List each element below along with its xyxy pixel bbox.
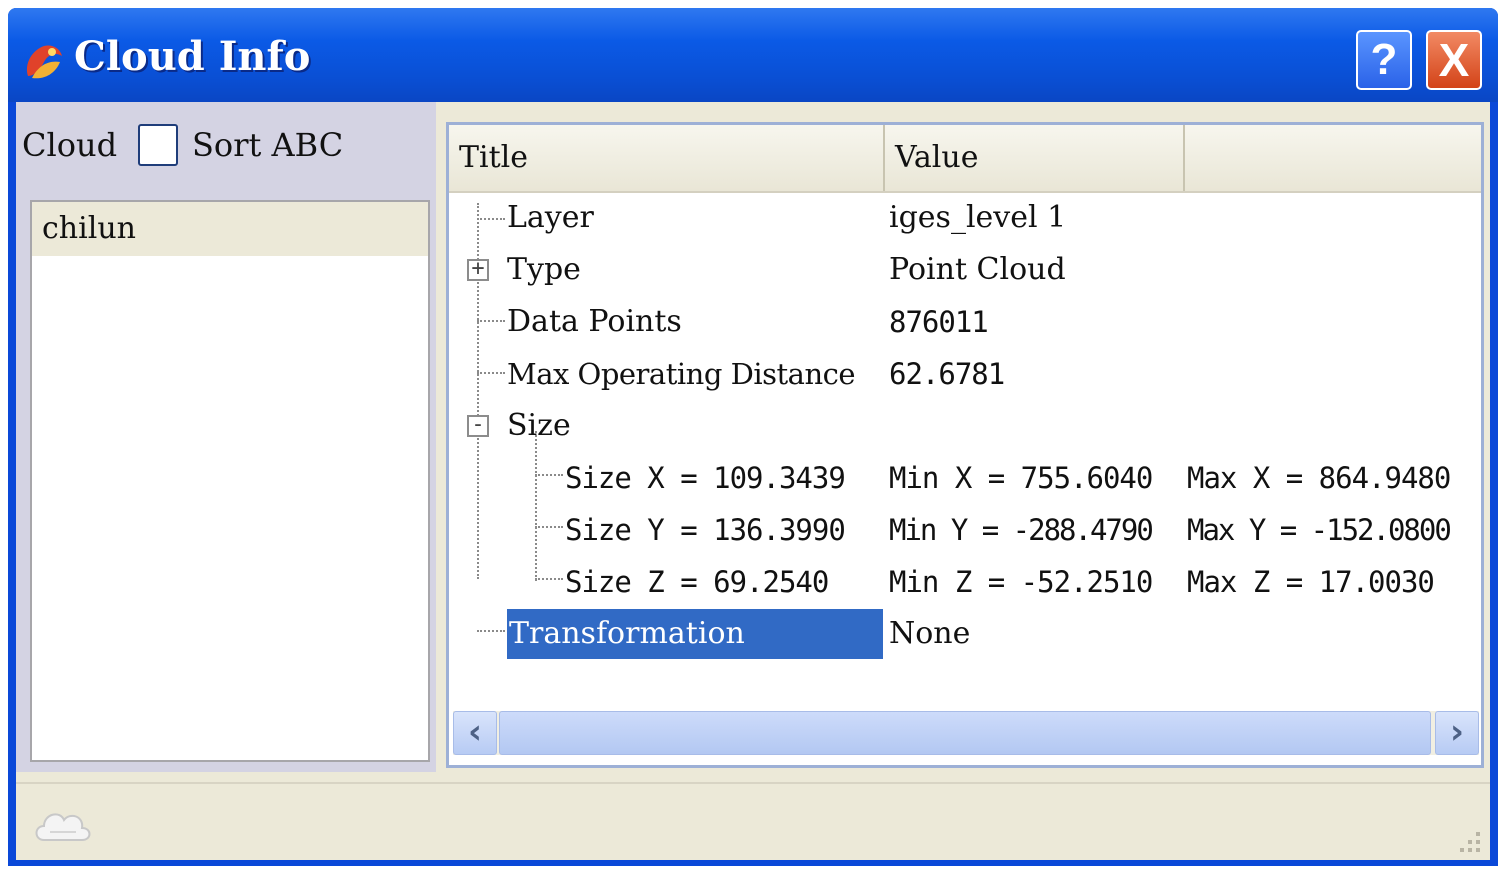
tree-row-size-y[interactable]: Size Y = 136.3990 Min Y = -288.4790 Max … bbox=[449, 505, 1481, 555]
cloud-list[interactable]: chilun bbox=[30, 200, 430, 762]
tree-row-size-x[interactable]: Size X = 109.3439 Min X = 755.6040 Max X… bbox=[449, 453, 1481, 503]
help-button[interactable]: ? bbox=[1356, 30, 1412, 90]
row-value: None bbox=[889, 616, 971, 651]
row-extra: Max Y = -152.0800 bbox=[1187, 513, 1452, 547]
sort-abc-checkbox[interactable] bbox=[138, 124, 178, 166]
scroll-right-button[interactable]: › bbox=[1435, 711, 1479, 755]
row-extra: Max Z = 17.0030 bbox=[1187, 565, 1435, 599]
row-title: Size bbox=[507, 408, 571, 443]
cloud-icon bbox=[35, 813, 91, 841]
row-value: Point Cloud bbox=[889, 252, 1066, 287]
tree-row-type[interactable]: + Type Point Cloud bbox=[449, 245, 1481, 295]
row-title: Data Points bbox=[507, 304, 682, 339]
column-header-title[interactable]: Title bbox=[449, 125, 885, 191]
window-title: Cloud Info bbox=[74, 33, 311, 80]
expand-icon[interactable]: + bbox=[467, 258, 489, 281]
status-bar bbox=[16, 782, 1490, 860]
horizontal-scrollbar[interactable]: ‹ › bbox=[453, 711, 1479, 755]
row-value: Min Z = -52.2510 bbox=[889, 565, 1153, 599]
close-button[interactable]: X bbox=[1426, 30, 1482, 90]
scrollbar-thumb[interactable] bbox=[499, 711, 1431, 755]
scroll-left-button[interactable]: ‹ bbox=[453, 711, 497, 755]
tree-row-data-points[interactable]: Data Points 876011 bbox=[449, 297, 1481, 347]
row-title: Type bbox=[507, 252, 581, 287]
row-title: Layer bbox=[507, 200, 594, 235]
dialog-client-area: Cloud Sort ABC chilun Title Value Layer … bbox=[16, 102, 1490, 860]
title-bar[interactable]: Cloud Info ? X bbox=[8, 8, 1498, 102]
cloud-label: Cloud bbox=[22, 126, 118, 164]
sort-abc-label[interactable]: Sort ABC bbox=[192, 126, 343, 164]
row-value: 876011 bbox=[889, 305, 989, 339]
column-header-value[interactable]: Value bbox=[885, 125, 1185, 191]
row-value: 62.6781 bbox=[889, 357, 1005, 391]
cloud-list-panel: Cloud Sort ABC chilun bbox=[16, 102, 436, 772]
tree-row-size-z[interactable]: Size Z = 69.2540 Min Z = -52.2510 Max Z … bbox=[449, 557, 1481, 607]
row-value: Min X = 755.6040 bbox=[889, 461, 1153, 495]
tree-row-size[interactable]: - Size bbox=[449, 401, 1481, 451]
cloud-info-window: Cloud Info ? X Cloud Sort ABC chilun Tit… bbox=[8, 8, 1498, 866]
row-title: Size Y = 136.3990 bbox=[565, 513, 846, 547]
row-title: Size Z = 69.2540 bbox=[565, 565, 829, 599]
row-value: iges_level 1 bbox=[889, 200, 1067, 235]
row-value: Min Y = -288.4790 bbox=[889, 513, 1154, 547]
cloud-properties-tree: Title Value Layer iges_level 1 + Type Po… bbox=[446, 122, 1484, 768]
tree-header: Title Value bbox=[449, 125, 1481, 193]
collapse-icon[interactable]: - bbox=[467, 414, 489, 437]
tree-body: Layer iges_level 1 + Type Point Cloud Da… bbox=[449, 193, 1481, 703]
row-title-selected: Transformation bbox=[507, 609, 883, 659]
app-logo-icon bbox=[26, 45, 63, 79]
tree-row-transformation[interactable]: Transformation None bbox=[449, 609, 1481, 659]
row-title: Size X = 109.3439 bbox=[565, 461, 846, 495]
row-extra: Max X = 864.9480 bbox=[1187, 461, 1451, 495]
row-title: Max Operating Distance bbox=[507, 357, 856, 391]
resize-grip-icon[interactable] bbox=[1452, 824, 1484, 856]
tree-row-max-operating-distance[interactable]: Max Operating Distance 62.6781 bbox=[449, 349, 1481, 399]
tree-row-layer[interactable]: Layer iges_level 1 bbox=[449, 193, 1481, 243]
cloud-list-item[interactable]: chilun bbox=[32, 202, 428, 256]
